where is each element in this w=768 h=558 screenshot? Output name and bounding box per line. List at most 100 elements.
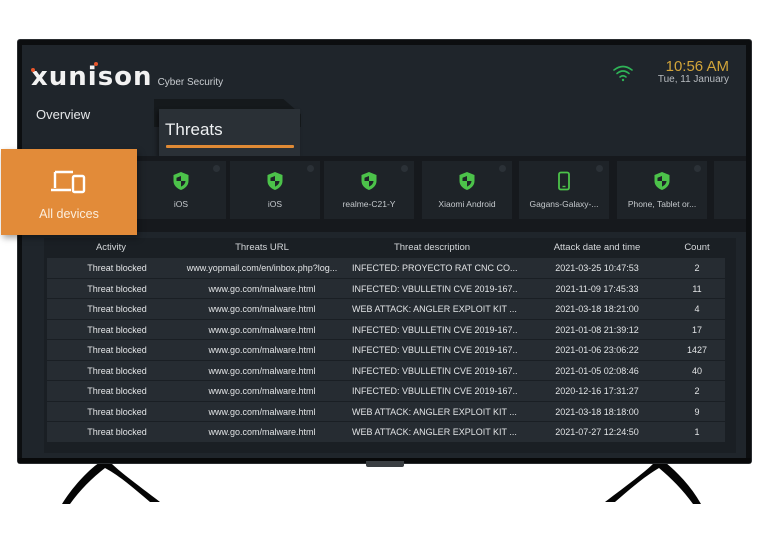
device-card[interactable]: realme-C21-Y [324,161,414,219]
cell-threat-description: INFECTED: VBULLETIN CVE 2019-167... [352,386,517,396]
cell-threat-description: WEB ATTACK: ANGLER EXPLOIT KIT ... [352,427,517,437]
clock-date: Tue, 11 January [657,74,729,85]
header-threats-url[interactable]: Threats URL [177,242,347,253]
device-label: Xiaomi Android [438,199,496,209]
clock-time: 10:56 AM [665,58,729,75]
cell-count: 9 [694,406,700,417]
cell-threat-description: WEB ATTACK: ANGLER EXPLOIT KIT ... [352,406,517,417]
smartphone-icon [558,171,570,191]
cell-activity: Threat blocked [87,386,147,396]
logo-dot [31,68,35,72]
shield-icon [267,172,283,190]
cell-threat-url: www.go.com/malware.html [208,345,316,355]
table-row[interactable]: Threat blocked www.go.com/malware.html INF… [47,360,725,381]
brand-logo: xunison [31,62,153,92]
device-label: Phone, Tablet or... [627,199,697,209]
cell-count: 2 [694,386,700,396]
cell-attack-date: 2021-01-06 23:06:22 [555,345,639,355]
tv-screen: xunison Cyber Security 10:56 AM Tue, 11 … [22,45,746,458]
device-label: realme-C21-Y [342,199,396,209]
header-threat-description[interactable]: Threat description [347,242,517,253]
cell-threat-url: www.yopmail.com/en/inbox.php?log... [186,263,338,273]
threats-table: Activity Threats URL Threat description … [44,238,736,453]
cell-threat-description: INFECTED: VBULLETIN CVE 2019-167... [352,345,517,355]
device-label: iOS [173,199,189,209]
header-attack-date[interactable]: Attack date and time [537,242,657,253]
cell-attack-date: 2021-03-18 18:18:00 [555,406,639,417]
cell-activity: Threat blocked [87,263,147,273]
nav-threats[interactable]: Threats [159,109,300,156]
table-row[interactable]: Threat blocked www.go.com/malware.html WEB… [47,401,725,422]
device-card[interactable]: Xiaomi Android [422,161,512,219]
cell-count: 17 [691,324,702,335]
cell-attack-date: 2020-12-16 17:31:27 [555,386,639,396]
cell-threat-description: WEB ATTACK: ANGLER EXPLOIT KIT ... [352,304,517,314]
cell-count: 4 [694,304,700,314]
cell-threat-url: www.go.com/malware.html [208,427,316,437]
table-row[interactable]: Threat blocked www.yopmail.com/en/inbox.p… [47,258,725,279]
status-dot [694,165,701,172]
cell-activity: Threat blocked [87,304,147,314]
active-underline [166,145,294,148]
cell-activity: Threat blocked [87,365,147,376]
table-row[interactable]: Threat blocked www.go.com/malware.html INF… [47,340,725,361]
wifi-icon [613,65,633,82]
table-row[interactable]: Threat blocked www.go.com/malware.html INF… [47,278,725,299]
table-body: Threat blocked www.yopmail.com/en/inbox.p… [47,258,725,443]
cell-threat-url: www.go.com/malware.html [208,304,316,314]
cell-attack-date: 2021-01-08 21:39:12 [555,324,639,335]
device-card[interactable]: Phone, Tablet or... [617,161,707,219]
cell-threat-description: INFECTED: PROYECTO RAT CNC CO... [352,263,517,273]
device-label: Gagans-Galaxy-... [529,199,599,209]
cell-attack-date: 2021-11-09 17:45:33 [555,283,639,294]
cell-threat-description: INFECTED: VBULLETIN CVE 2019-167... [352,324,517,335]
status-dot [596,165,603,172]
status-area: 10:56 AM Tue, 11 January [612,59,729,86]
device-card-all-devices[interactable]: All devices [1,149,137,235]
table-row[interactable]: Threat blocked www.go.com/malware.html INF… [47,319,725,340]
device-label: iOS [267,199,283,209]
brand: xunison Cyber Security [31,62,224,92]
tv-logo-tab [366,461,404,467]
device-card[interactable]: iOS [230,161,320,219]
device-card[interactable] [714,161,746,219]
table-row[interactable]: Threat blocked www.go.com/malware.html WEB… [47,422,725,443]
cell-count: 40 [691,365,702,376]
status-dot [401,165,408,172]
cell-attack-date: 2021-03-18 18:21:00 [555,304,639,314]
tv-stand-right [605,462,701,504]
cell-activity: Threat blocked [87,345,147,355]
clock: 10:56 AM Tue, 11 January [658,59,729,86]
brand-subtitle: Cyber Security [157,77,224,88]
device-card[interactable]: iOS [136,161,226,219]
shield-icon [459,172,475,190]
table-row[interactable]: Threat blocked www.go.com/malware.html WEB… [47,299,725,320]
cell-threat-url: www.go.com/malware.html [208,365,316,376]
cell-activity: Threat blocked [87,427,147,437]
header-count[interactable]: Count [667,242,727,253]
shield-icon [654,172,670,190]
cell-threat-url: www.go.com/malware.html [208,283,316,294]
cell-activity: Threat blocked [87,406,147,417]
status-dot [499,165,506,172]
cell-attack-date: 2021-07-27 12:24:50 [555,427,639,437]
cell-threat-url: www.go.com/malware.html [208,324,316,335]
shield-icon [173,172,189,190]
status-dot [307,165,314,172]
nav-overview[interactable]: Overview [36,107,90,122]
cell-threat-description: INFECTED: VBULLETIN CVE 2019-167... [352,365,517,376]
cell-threat-description: INFECTED: VBULLETIN CVE 2019-167... [352,283,517,294]
all-devices-label: All devices [39,207,99,221]
nav-threats-label: Threats [165,120,223,139]
cell-count: 1 [694,427,700,437]
cell-attack-date: 2021-01-05 02:08:46 [555,365,639,376]
cell-threat-url: www.go.com/malware.html [208,406,316,417]
cell-activity: Threat blocked [87,283,147,294]
cell-attack-date: 2021-03-25 10:47:53 [555,263,639,273]
devices-icon [51,170,86,194]
table-row[interactable]: Threat blocked www.go.com/malware.html INF… [47,381,725,402]
cell-count: 11 [692,283,702,294]
header-activity[interactable]: Activity [66,242,156,253]
shield-icon [361,172,377,190]
device-card[interactable]: Gagans-Galaxy-... [519,161,609,219]
